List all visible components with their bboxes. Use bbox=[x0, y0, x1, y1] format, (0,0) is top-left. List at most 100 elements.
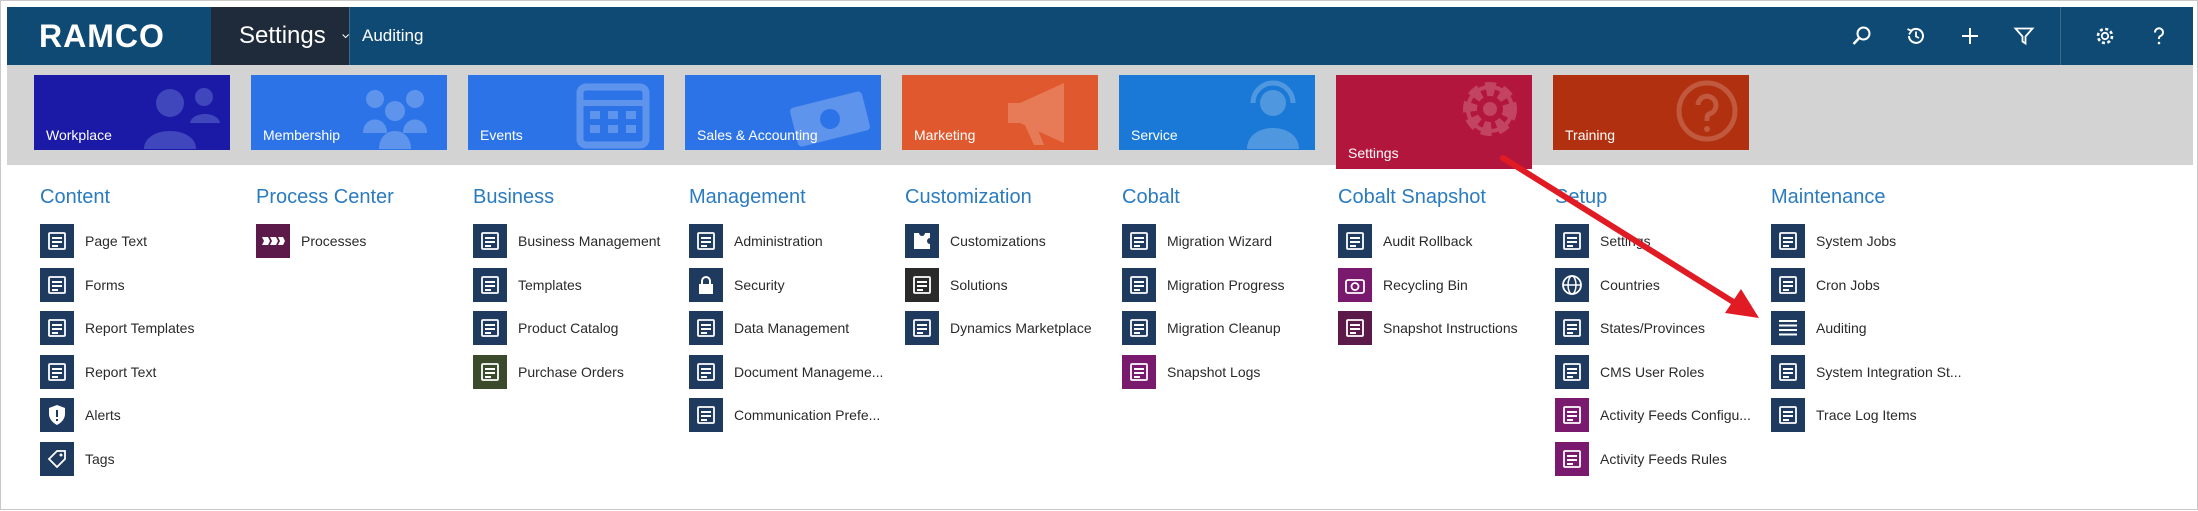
menu-item[interactable]: Tags bbox=[40, 441, 115, 477]
menu-item[interactable]: Activity Feeds Configu... bbox=[1555, 397, 1751, 433]
column-maintenance: Maintenance bbox=[1771, 184, 1886, 210]
gear-icon[interactable] bbox=[2090, 21, 2120, 51]
menu-item[interactable]: Migration Progress bbox=[1122, 267, 1285, 303]
progress-dots-icon bbox=[1122, 268, 1156, 302]
module-switcher[interactable]: Settings bbox=[211, 7, 349, 65]
column-heading[interactable]: Maintenance bbox=[1771, 184, 1886, 210]
menu-item[interactable]: System Jobs bbox=[1771, 223, 1896, 259]
cleanup-icon bbox=[1122, 311, 1156, 345]
menu-item-label: Settings bbox=[1600, 233, 1651, 249]
column-customization: Customization bbox=[905, 184, 1032, 210]
instructions-icon bbox=[1338, 311, 1372, 345]
report-templates-icon bbox=[40, 311, 74, 345]
menu-item-label: Document Manageme... bbox=[734, 364, 884, 380]
tile-service[interactable]: Service bbox=[1119, 75, 1315, 150]
lock-icon bbox=[689, 268, 723, 302]
chat-bubbles-icon bbox=[689, 398, 723, 432]
menu-item[interactable]: Purchase Orders bbox=[473, 354, 624, 390]
plus-icon[interactable] bbox=[1955, 21, 1985, 51]
menu-item[interactable]: Processes bbox=[256, 223, 366, 259]
menu-item[interactable]: Customizations bbox=[905, 223, 1046, 259]
menu-item-label: Solutions bbox=[950, 277, 1008, 293]
product-box-icon bbox=[473, 311, 507, 345]
search-icon[interactable] bbox=[1847, 21, 1877, 51]
solutions-icon bbox=[905, 268, 939, 302]
megaphone-icon bbox=[1008, 83, 1064, 145]
menu-item[interactable]: Document Manageme... bbox=[689, 354, 883, 390]
tile-marketing[interactable]: Marketing bbox=[902, 75, 1098, 150]
menu-item[interactable]: Data Management bbox=[689, 310, 849, 346]
menu-item[interactable]: Audit Rollback bbox=[1338, 223, 1473, 259]
globe-icon bbox=[1555, 268, 1589, 302]
menu-item[interactable]: Cron Jobs bbox=[1771, 267, 1880, 303]
menu-item-label: Page Text bbox=[85, 233, 148, 249]
column-heading[interactable]: Cobalt Snapshot bbox=[1338, 184, 1486, 210]
menu-item[interactable]: Dynamics Marketplace bbox=[905, 310, 1092, 346]
column-heading[interactable]: Management bbox=[689, 184, 806, 210]
menu-item[interactable]: Page Text bbox=[40, 223, 147, 259]
menu-item[interactable]: Auditing bbox=[1771, 310, 1867, 346]
menu-item[interactable]: Administration bbox=[689, 223, 823, 259]
page-text-icon bbox=[40, 224, 74, 258]
log-list-icon bbox=[1122, 355, 1156, 389]
menu-item[interactable]: Security bbox=[689, 267, 785, 303]
menu-item[interactable]: Recycling Bin bbox=[1338, 267, 1468, 303]
question-icon bbox=[1676, 80, 1738, 142]
column-heading[interactable]: Cobalt bbox=[1122, 184, 1180, 210]
column-heading[interactable]: Content bbox=[40, 184, 110, 210]
menu-item-label: Snapshot Logs bbox=[1167, 364, 1261, 380]
help-icon[interactable] bbox=[2144, 21, 2174, 51]
ramco-logo[interactable]: RAMCO bbox=[39, 13, 165, 59]
forms-icon bbox=[40, 268, 74, 302]
column-content: Content bbox=[40, 184, 110, 210]
column-heading[interactable]: Setup bbox=[1555, 184, 1607, 210]
map-icon bbox=[1555, 311, 1589, 345]
menu-item-label: Product Catalog bbox=[518, 320, 619, 336]
menu-item-label: Recycling Bin bbox=[1383, 277, 1468, 293]
menu-item[interactable]: System Integration St... bbox=[1771, 354, 1962, 390]
tile-label: Training bbox=[1565, 127, 1616, 143]
tile-settings[interactable]: Settings bbox=[1336, 75, 1532, 169]
feed-list-icon bbox=[1555, 442, 1589, 476]
menu-item-label: Migration Wizard bbox=[1167, 233, 1273, 249]
filter-icon[interactable] bbox=[2009, 21, 2039, 51]
chart-icon bbox=[473, 224, 507, 258]
menu-item[interactable]: Business Management bbox=[473, 223, 660, 259]
tile-sales-accounting[interactable]: Sales & Accounting bbox=[685, 75, 881, 150]
column-heading[interactable]: Process Center bbox=[256, 184, 394, 210]
menu-item[interactable]: Trace Log Items bbox=[1771, 397, 1917, 433]
menu-item-label: Migration Progress bbox=[1167, 277, 1285, 293]
menu-item[interactable]: Snapshot Logs bbox=[1122, 354, 1260, 390]
menu-item[interactable]: Alerts bbox=[40, 397, 121, 433]
column-heading[interactable]: Business bbox=[473, 184, 554, 210]
menu-item[interactable]: Migration Wizard bbox=[1122, 223, 1272, 259]
monitor-icon bbox=[1771, 355, 1805, 389]
menu-item[interactable]: Migration Cleanup bbox=[1122, 310, 1281, 346]
menu-item[interactable]: Communication Prefe... bbox=[689, 397, 880, 433]
menu-item[interactable]: Forms bbox=[40, 267, 125, 303]
tile-training[interactable]: Training bbox=[1553, 75, 1749, 150]
database-gear-icon bbox=[689, 311, 723, 345]
menu-item[interactable]: Snapshot Instructions bbox=[1338, 310, 1518, 346]
tile-label: Service bbox=[1131, 127, 1178, 143]
column-heading[interactable]: Customization bbox=[905, 184, 1032, 210]
menu-item[interactable]: States/Provinces bbox=[1555, 310, 1705, 346]
breadcrumb[interactable]: Auditing bbox=[362, 7, 423, 65]
menu-item[interactable]: Settings bbox=[1555, 223, 1651, 259]
tile-events[interactable]: Events bbox=[468, 75, 664, 150]
menu-item[interactable]: Product Catalog bbox=[473, 310, 618, 346]
menu-item[interactable]: Templates bbox=[473, 267, 582, 303]
menu-item-label: Templates bbox=[518, 277, 582, 293]
menu-item[interactable]: Report Templates bbox=[40, 310, 194, 346]
menu-item[interactable]: Report Text bbox=[40, 354, 156, 390]
menu-item[interactable]: Solutions bbox=[905, 267, 1008, 303]
checklist-icon bbox=[473, 355, 507, 389]
menu-item-label: Business Management bbox=[518, 233, 661, 249]
tile-workplace[interactable]: Workplace bbox=[34, 75, 230, 150]
menu-item[interactable]: Activity Feeds Rules bbox=[1555, 441, 1727, 477]
menu-item[interactable]: CMS User Roles bbox=[1555, 354, 1704, 390]
document-gear-icon bbox=[689, 355, 723, 389]
history-icon[interactable] bbox=[1901, 21, 1931, 51]
menu-item[interactable]: Countries bbox=[1555, 267, 1660, 303]
tile-membership[interactable]: Membership bbox=[251, 75, 447, 150]
